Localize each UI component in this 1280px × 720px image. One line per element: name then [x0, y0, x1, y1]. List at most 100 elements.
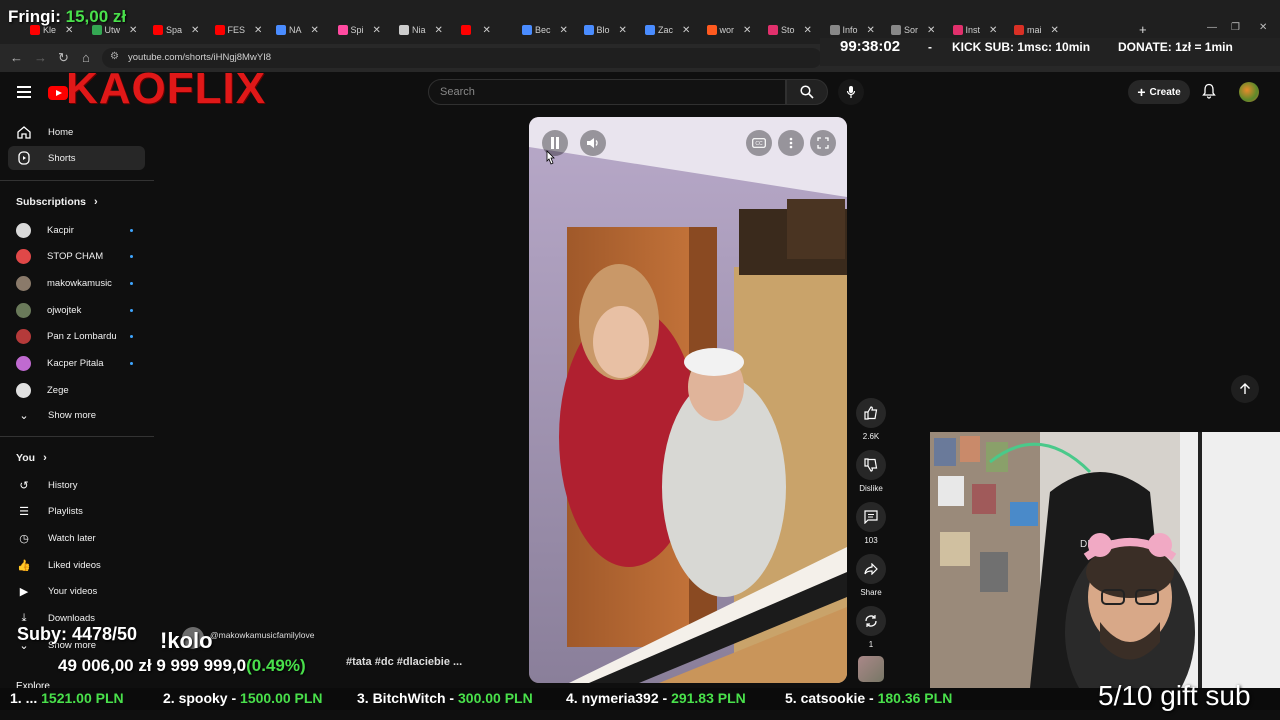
browser-tab[interactable]: ✕	[460, 22, 491, 38]
browser-tab[interactable]: Blo ✕	[583, 22, 627, 38]
site-info-icon[interactable]: ⚙	[110, 51, 119, 62]
sidebar-item-label: Your videos	[48, 586, 98, 598]
close-tab-icon[interactable]: ✕	[311, 25, 319, 36]
sidebar-item-your-videos[interactable]: ▶ Your videos	[8, 580, 145, 604]
tab-label: Sor	[904, 25, 919, 35]
donation-amount: 291.83 PLN	[671, 690, 746, 706]
channel-avatar	[16, 249, 31, 265]
subscriptions-header[interactable]: Subscriptions ›	[16, 196, 98, 208]
browser-tab[interactable]: FES ✕	[214, 22, 262, 38]
close-tab-icon[interactable]: ✕	[619, 25, 627, 36]
browser-tab[interactable]: Spi ✕	[337, 22, 381, 38]
fullscreen-button[interactable]	[810, 130, 836, 156]
sidebar-item-home[interactable]: Home	[8, 120, 145, 144]
maximize-icon[interactable]: ❐	[1231, 22, 1240, 33]
account-avatar[interactable]	[1239, 82, 1259, 102]
channel-handle[interactable]: @makowkamusicfamilylove	[210, 630, 315, 640]
sidebar-item-subscription[interactable]: Pan z Lombardu	[8, 325, 145, 349]
search-button[interactable]	[786, 79, 828, 105]
close-tab-icon[interactable]: ✕	[483, 25, 491, 36]
sidebar-item-shorts[interactable]: Shorts	[8, 146, 145, 170]
dislike-label: Dislike	[859, 484, 883, 493]
ticker-entry: 1. ... 1521.00 PLN	[10, 690, 124, 706]
sidebar-item-subscription[interactable]: makowkamusic	[8, 271, 145, 295]
more-options-button[interactable]	[778, 130, 804, 156]
browser-tab[interactable]: Nia ✕	[399, 22, 443, 38]
sidebar-item-subscription[interactable]: ojwojtek	[8, 298, 145, 322]
stream-timer: 99:38:02	[840, 38, 901, 55]
channel-avatar	[16, 275, 31, 291]
sidebar-item-liked-videos[interactable]: 👍 Liked videos	[8, 553, 145, 577]
chevron-down-icon: ⌄	[19, 409, 29, 422]
share-button[interactable]: Share	[856, 554, 886, 597]
close-tab-icon[interactable]: ✕	[191, 25, 199, 36]
browser-tab[interactable]: Zac ✕	[645, 22, 690, 38]
close-tab-icon[interactable]: ✕	[129, 25, 137, 36]
close-tab-icon[interactable]: ✕	[867, 25, 875, 36]
comments-button[interactable]: 103	[856, 502, 886, 545]
browser-tab[interactable]: Inst ✕	[952, 22, 997, 38]
sidebar-item-subscription[interactable]: STOP CHAM	[8, 245, 145, 269]
close-tab-icon[interactable]: ✕	[373, 25, 381, 36]
tab-label: Spa	[166, 25, 183, 35]
browser-tab[interactable]: Info ✕	[829, 22, 875, 38]
browser-tab[interactable]: Sor ✕	[891, 22, 935, 38]
close-tab-icon[interactable]: ✕	[435, 25, 443, 36]
close-tab-icon[interactable]: ✕	[560, 25, 568, 36]
voice-search-button[interactable]	[838, 79, 864, 105]
close-tab-icon[interactable]: ✕	[682, 25, 690, 36]
sidebar-divider	[0, 436, 154, 437]
short-video-player[interactable]	[529, 117, 847, 683]
close-tab-icon[interactable]: ✕	[254, 25, 262, 36]
sidebar-item-subscription[interactable]: Zege	[8, 378, 145, 402]
remix-button[interactable]: 1	[856, 606, 886, 649]
like-button[interactable]: 2.6K	[856, 398, 886, 441]
sidebar-item-playlists[interactable]: ☰ Playlists	[8, 500, 145, 524]
notifications-button[interactable]	[1202, 83, 1216, 104]
you-title: You	[16, 452, 36, 464]
browser-tab[interactable]: Sto ✕	[768, 22, 812, 38]
close-tab-icon[interactable]: ✕	[804, 25, 812, 36]
browser-tab[interactable]: Bec ✕	[522, 22, 568, 38]
donation-amount: 1500.00 PLN	[240, 690, 323, 706]
sidebar-item-history[interactable]: ↺ History	[8, 473, 145, 497]
forward-icon[interactable]: →	[34, 50, 47, 65]
home-browser-icon[interactable]: ⌂	[82, 50, 90, 65]
sidebar-item-subscription[interactable]: Kacper Pitala	[8, 352, 145, 376]
close-window-icon[interactable]: ✕	[1259, 22, 1267, 33]
show-more-subscriptions[interactable]: ⌄ Show more	[8, 403, 145, 427]
sidebar-item-subscription[interactable]: Kacpir	[8, 218, 145, 242]
browser-tab[interactable]: wor ✕	[706, 22, 751, 38]
you-header[interactable]: You ›	[16, 452, 47, 464]
browser-tab[interactable]: NA ✕	[276, 22, 319, 38]
create-button[interactable]: + Create	[1128, 80, 1190, 104]
liked-videos-icon: 👍	[17, 559, 31, 572]
new-tab-button[interactable]: +	[1139, 22, 1147, 37]
volume-button[interactable]	[580, 130, 606, 156]
new-content-dot	[130, 308, 133, 312]
video-hashtags[interactable]: #tata #dc #dlaciebie ...	[346, 656, 462, 668]
back-icon[interactable]: ←	[10, 50, 23, 65]
fringi-amount: 15,00 zł	[65, 7, 127, 26]
close-tab-icon[interactable]: ✕	[1051, 25, 1059, 36]
close-tab-icon[interactable]: ✕	[927, 25, 935, 36]
sidebar-item-label: Liked videos	[48, 559, 101, 571]
browser-tab[interactable]: mai ✕	[1014, 22, 1059, 38]
search-placeholder: Search	[440, 86, 475, 98]
tab-label: Info	[842, 25, 858, 35]
browser-tab[interactable]: Spa ✕	[153, 22, 199, 38]
dislike-button[interactable]: Dislike	[856, 450, 886, 493]
tab-favicon-icon	[153, 25, 163, 35]
new-content-dot	[130, 228, 133, 232]
menu-icon[interactable]	[17, 86, 31, 98]
previous-short-button[interactable]	[1231, 375, 1259, 403]
captions-button[interactable]: CC	[746, 130, 772, 156]
minimize-icon[interactable]: —	[1207, 22, 1217, 33]
search-input[interactable]	[428, 79, 786, 105]
youtube-logo-icon[interactable]	[48, 86, 68, 100]
sidebar-item-watch-later[interactable]: ◷ Watch later	[8, 526, 145, 550]
close-tab-icon[interactable]: ✕	[743, 25, 751, 36]
sound-thumbnail[interactable]	[858, 656, 884, 682]
close-tab-icon[interactable]: ✕	[989, 25, 997, 36]
tab-label: Spi	[350, 25, 364, 35]
